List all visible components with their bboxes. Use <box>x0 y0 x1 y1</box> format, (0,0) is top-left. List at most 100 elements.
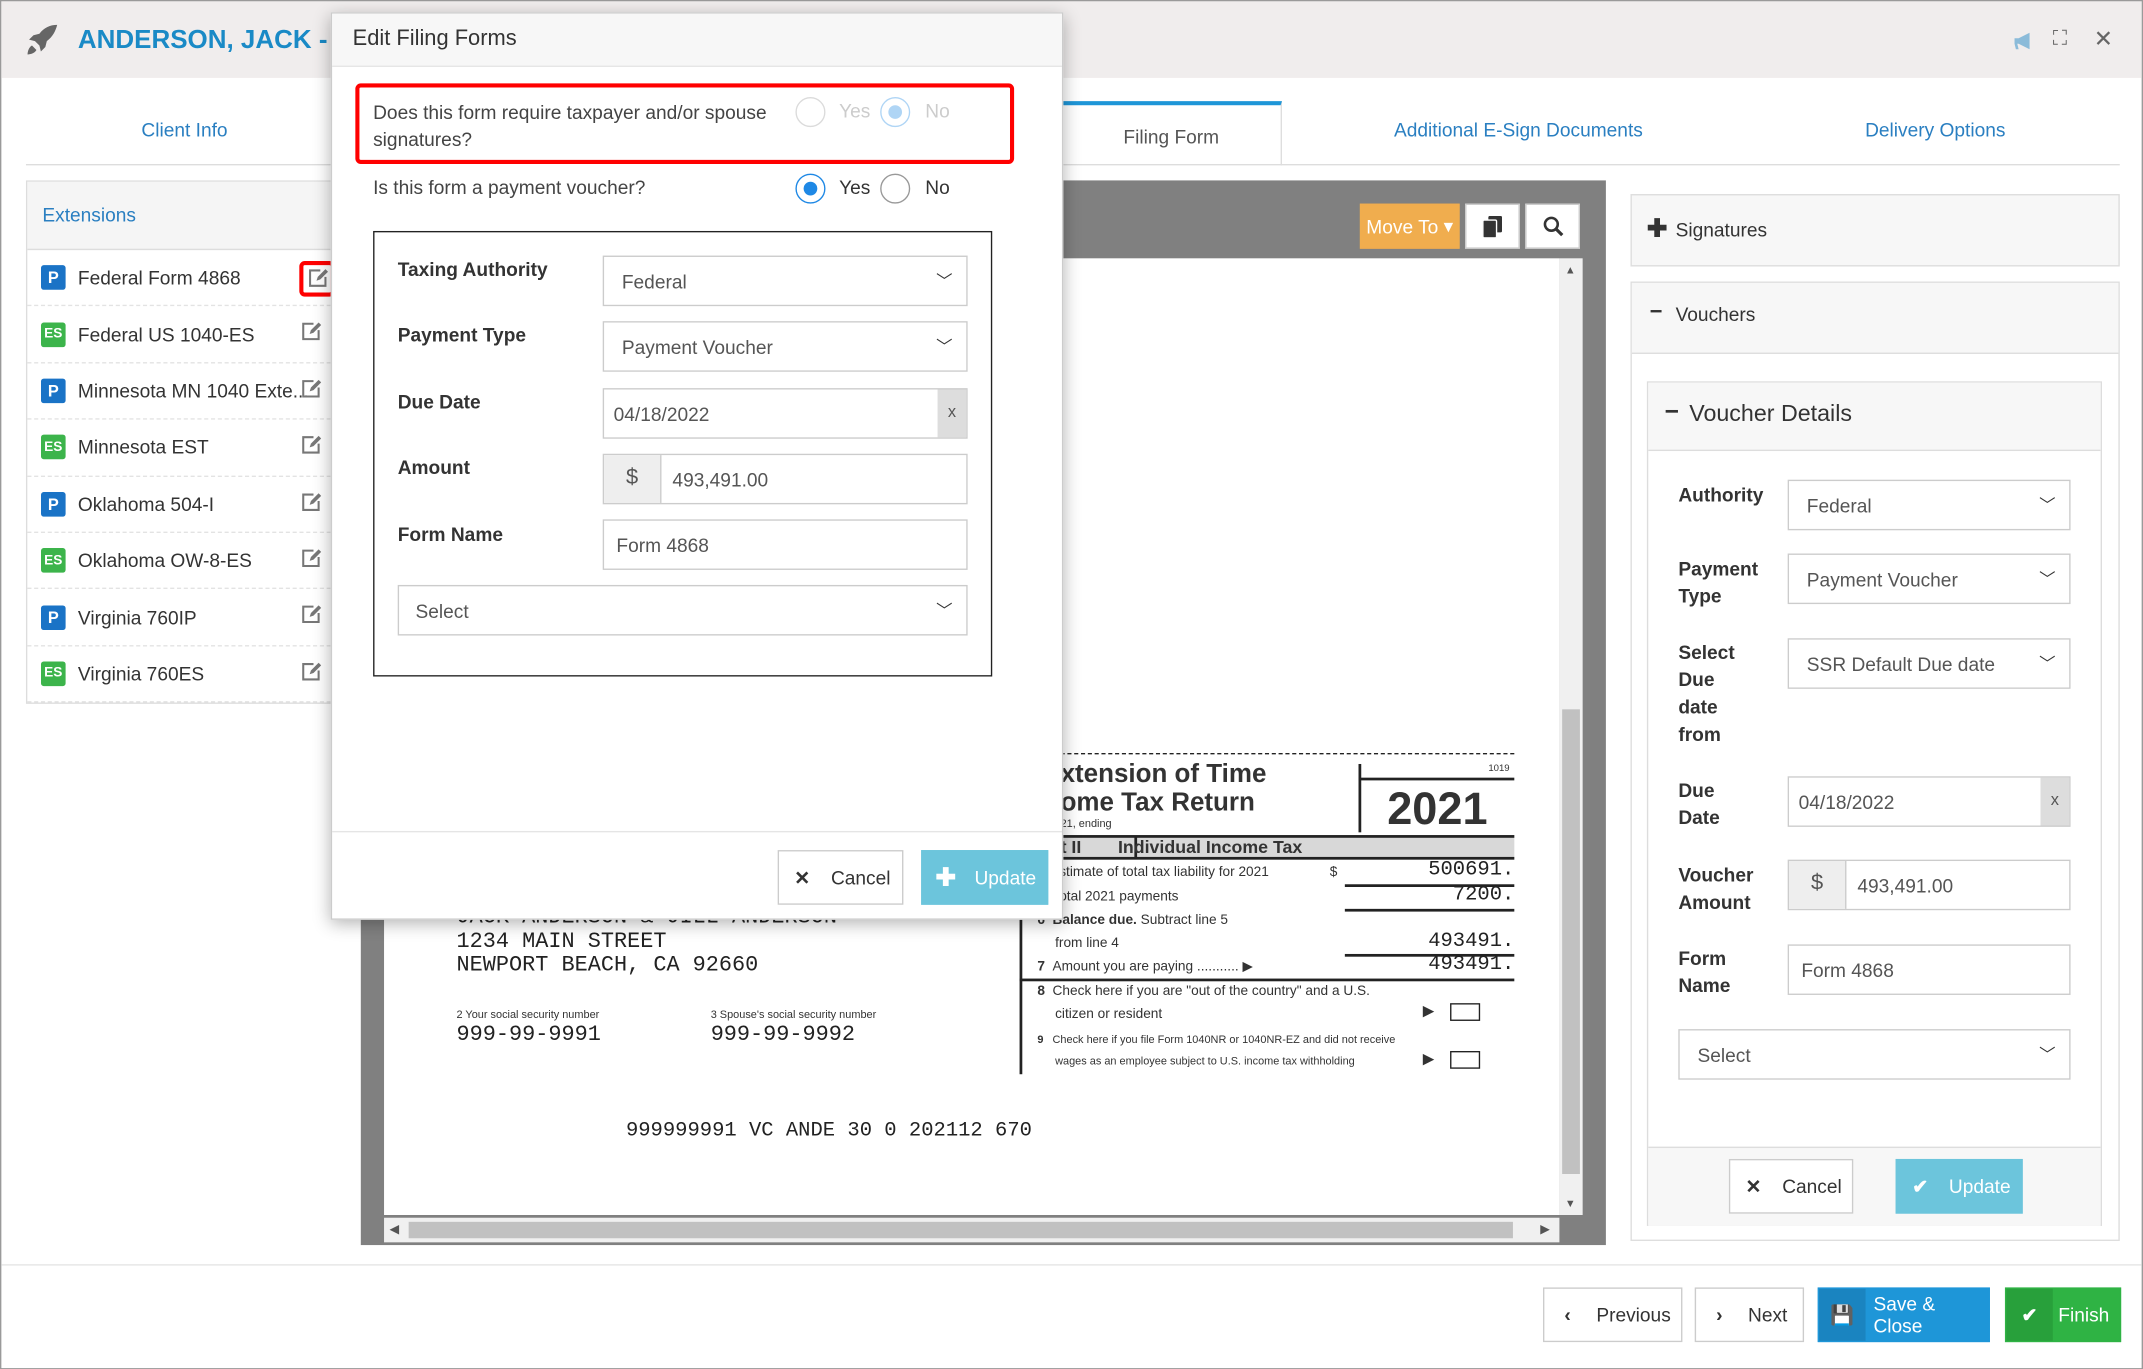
extra-select[interactable]: Select ﹀ <box>397 584 968 636</box>
extension-label: Minnesota EST <box>77 436 209 459</box>
tab-delivery-options[interactable]: Delivery Options <box>1833 119 2038 141</box>
minus-icon: − <box>1664 397 1680 426</box>
doc-title-line1: xtension of Time <box>1060 759 1267 789</box>
currency-addon: $ <box>1789 861 1847 909</box>
doc-line6-desc: Subtract line 5 <box>1140 912 1229 928</box>
signature-no-radio[interactable] <box>880 97 911 128</box>
search-button[interactable] <box>1525 203 1580 249</box>
due-date-value: 04/18/2022 <box>613 402 710 425</box>
voucher-amount-input[interactable]: $493,491.00 <box>1787 859 2071 911</box>
form-name-label: Form Name <box>397 523 503 546</box>
form-name-value: Form 4868 <box>1801 958 1894 981</box>
signature-yes-radio[interactable] <box>795 97 826 128</box>
cut-line <box>1060 753 1515 755</box>
next-button[interactable]: › Next <box>1694 1287 1805 1343</box>
scroll-down-icon[interactable]: ▼ <box>1565 1197 1576 1209</box>
voucher-cancel-button[interactable]: ✕ Cancel <box>1728 1158 1854 1214</box>
extension-item[interactable]: ES Minnesota EST <box>27 420 331 477</box>
extension-item[interactable]: P Virginia 760IP <box>27 590 331 647</box>
chevron-left-icon: ‹ <box>1564 1303 1571 1326</box>
previous-button[interactable]: ‹ Previous <box>1543 1287 1683 1343</box>
due-date-from-select[interactable]: SSR Default Due date ﹀ <box>1787 638 2071 689</box>
clear-date-button[interactable]: x <box>2040 777 2070 826</box>
authority-select[interactable]: Federal ﹀ <box>1787 479 2071 531</box>
doc-ssn: 999-99-9991 <box>456 1022 601 1047</box>
save-close-button[interactable]: 💾 Save & Close <box>1817 1287 1990 1343</box>
chevron-down-icon: ﹀ <box>2039 654 2056 674</box>
save-icon: 💾 <box>1819 1288 1866 1341</box>
due-date-input[interactable]: 04/18/2022 x <box>602 388 968 439</box>
voucher-amount-label: Voucher Amount <box>1678 863 1754 913</box>
vertical-scrollbar[interactable]: ▲ ▼ <box>1559 258 1583 1216</box>
edit-icon[interactable] <box>301 548 323 570</box>
line9-checkbox <box>1450 1051 1481 1069</box>
horizontal-scrollbar[interactable]: ◀ ▶ <box>384 1217 1560 1243</box>
extension-item[interactable]: ES Oklahoma OW-8-ES <box>27 533 331 590</box>
clear-date-button[interactable]: x <box>937 389 967 438</box>
extension-label: Minnesota MN 1040 Exte... <box>77 379 309 402</box>
extension-item[interactable]: ES Federal US 1040-ES <box>27 307 331 364</box>
edit-icon[interactable] <box>301 435 323 457</box>
scroll-up-icon[interactable]: ▲ <box>1565 264 1576 276</box>
voucher-details-footer <box>1648 1146 2101 1226</box>
doc-rule <box>1344 908 1515 912</box>
extension-label: Federal US 1040-ES <box>77 323 255 346</box>
megaphone-icon[interactable] <box>2013 30 2035 52</box>
doc-rule <box>1019 903 1023 1075</box>
vouchers-panel: − Vouchers − Voucher Details Authority F… <box>1630 281 2120 1241</box>
doc-line7-value: 493491. <box>1428 952 1515 976</box>
signatures-panel[interactable]: ✚ Signatures <box>1630 194 2120 267</box>
scroll-thumb[interactable] <box>1562 709 1580 1175</box>
copy-pages-button[interactable] <box>1465 203 1520 249</box>
extension-label: Virginia 760ES <box>77 662 205 685</box>
dialog-cancel-button[interactable]: ✕ Cancel <box>777 850 904 905</box>
tab-filing-form[interactable]: Filing Form <box>1060 101 1282 166</box>
payment-type-select[interactable]: Payment Voucher ﹀ <box>602 321 968 372</box>
extra-select[interactable]: Select ﹀ <box>1678 1029 2071 1080</box>
edit-icon[interactable] <box>301 378 323 400</box>
minus-icon: − <box>1649 300 1663 324</box>
extension-item[interactable]: P Minnesota MN 1040 Exte... <box>27 363 331 420</box>
vouchers-header[interactable]: − Vouchers <box>1631 282 2119 354</box>
extension-label: Oklahoma OW-8-ES <box>77 549 252 572</box>
form-name-input[interactable]: Form 4868 <box>602 519 968 570</box>
form-name-input[interactable]: Form 4868 <box>1787 944 2071 995</box>
taxing-authority-select[interactable]: Federal ﹀ <box>602 255 968 307</box>
edit-icon[interactable] <box>301 661 323 683</box>
scroll-thumb[interactable] <box>408 1221 1513 1239</box>
rocket-icon <box>27 24 58 55</box>
line8-checkbox <box>1450 1003 1481 1021</box>
chevron-down-icon: ﹀ <box>936 337 953 357</box>
extension-item[interactable]: P Federal Form 4868 <box>27 250 335 307</box>
dialog-title: Edit Filing Forms <box>332 13 1062 67</box>
dialog-update-button[interactable]: ✚ Update <box>921 850 1049 905</box>
edit-icon[interactable] <box>299 261 335 297</box>
voucher-details-header[interactable]: − Voucher Details <box>1648 382 2101 452</box>
edit-icon[interactable] <box>301 322 323 344</box>
scroll-left-icon[interactable]: ◀ <box>390 1222 399 1237</box>
move-to-button[interactable]: Move To ▾ <box>1359 203 1460 249</box>
plus-icon: ✚ <box>935 863 957 891</box>
tab-additional-esign[interactable]: Additional E-Sign Documents <box>1354 119 1682 141</box>
expand-icon[interactable]: ⛶ <box>2053 27 2067 50</box>
close-icon[interactable]: ✕ <box>2094 26 2113 53</box>
edit-icon[interactable] <box>301 605 323 627</box>
doc-line7: Amount you are paying <box>1052 959 1194 975</box>
scroll-right-icon[interactable]: ▶ <box>1540 1222 1549 1237</box>
extension-item[interactable]: P Oklahoma 504-I <box>27 476 331 533</box>
currency-addon: $ <box>604 455 662 503</box>
finish-button[interactable]: ✔ Finish <box>2004 1287 2122 1343</box>
doc-line4-value: 500691. <box>1428 858 1515 882</box>
voucher-no-label: No <box>925 176 950 199</box>
tab-client-info[interactable]: Client Info <box>83 119 285 141</box>
amount-input[interactable]: $493,491.00 <box>602 453 968 505</box>
voucher-update-button[interactable]: ✔ Update <box>1895 1158 2023 1214</box>
payment-type-select[interactable]: Payment Voucher ﹀ <box>1787 553 2071 605</box>
voucher-no-radio[interactable] <box>880 173 911 204</box>
footer-divider <box>1 1264 2142 1266</box>
edit-icon[interactable] <box>301 491 323 513</box>
voucher-yes-radio[interactable] <box>795 173 826 204</box>
extension-item[interactable]: ES Virginia 760ES <box>27 646 331 703</box>
due-date-input[interactable]: 04/18/2022 x <box>1787 776 2071 827</box>
save-close-label: Save & Close <box>1873 1292 1936 1337</box>
